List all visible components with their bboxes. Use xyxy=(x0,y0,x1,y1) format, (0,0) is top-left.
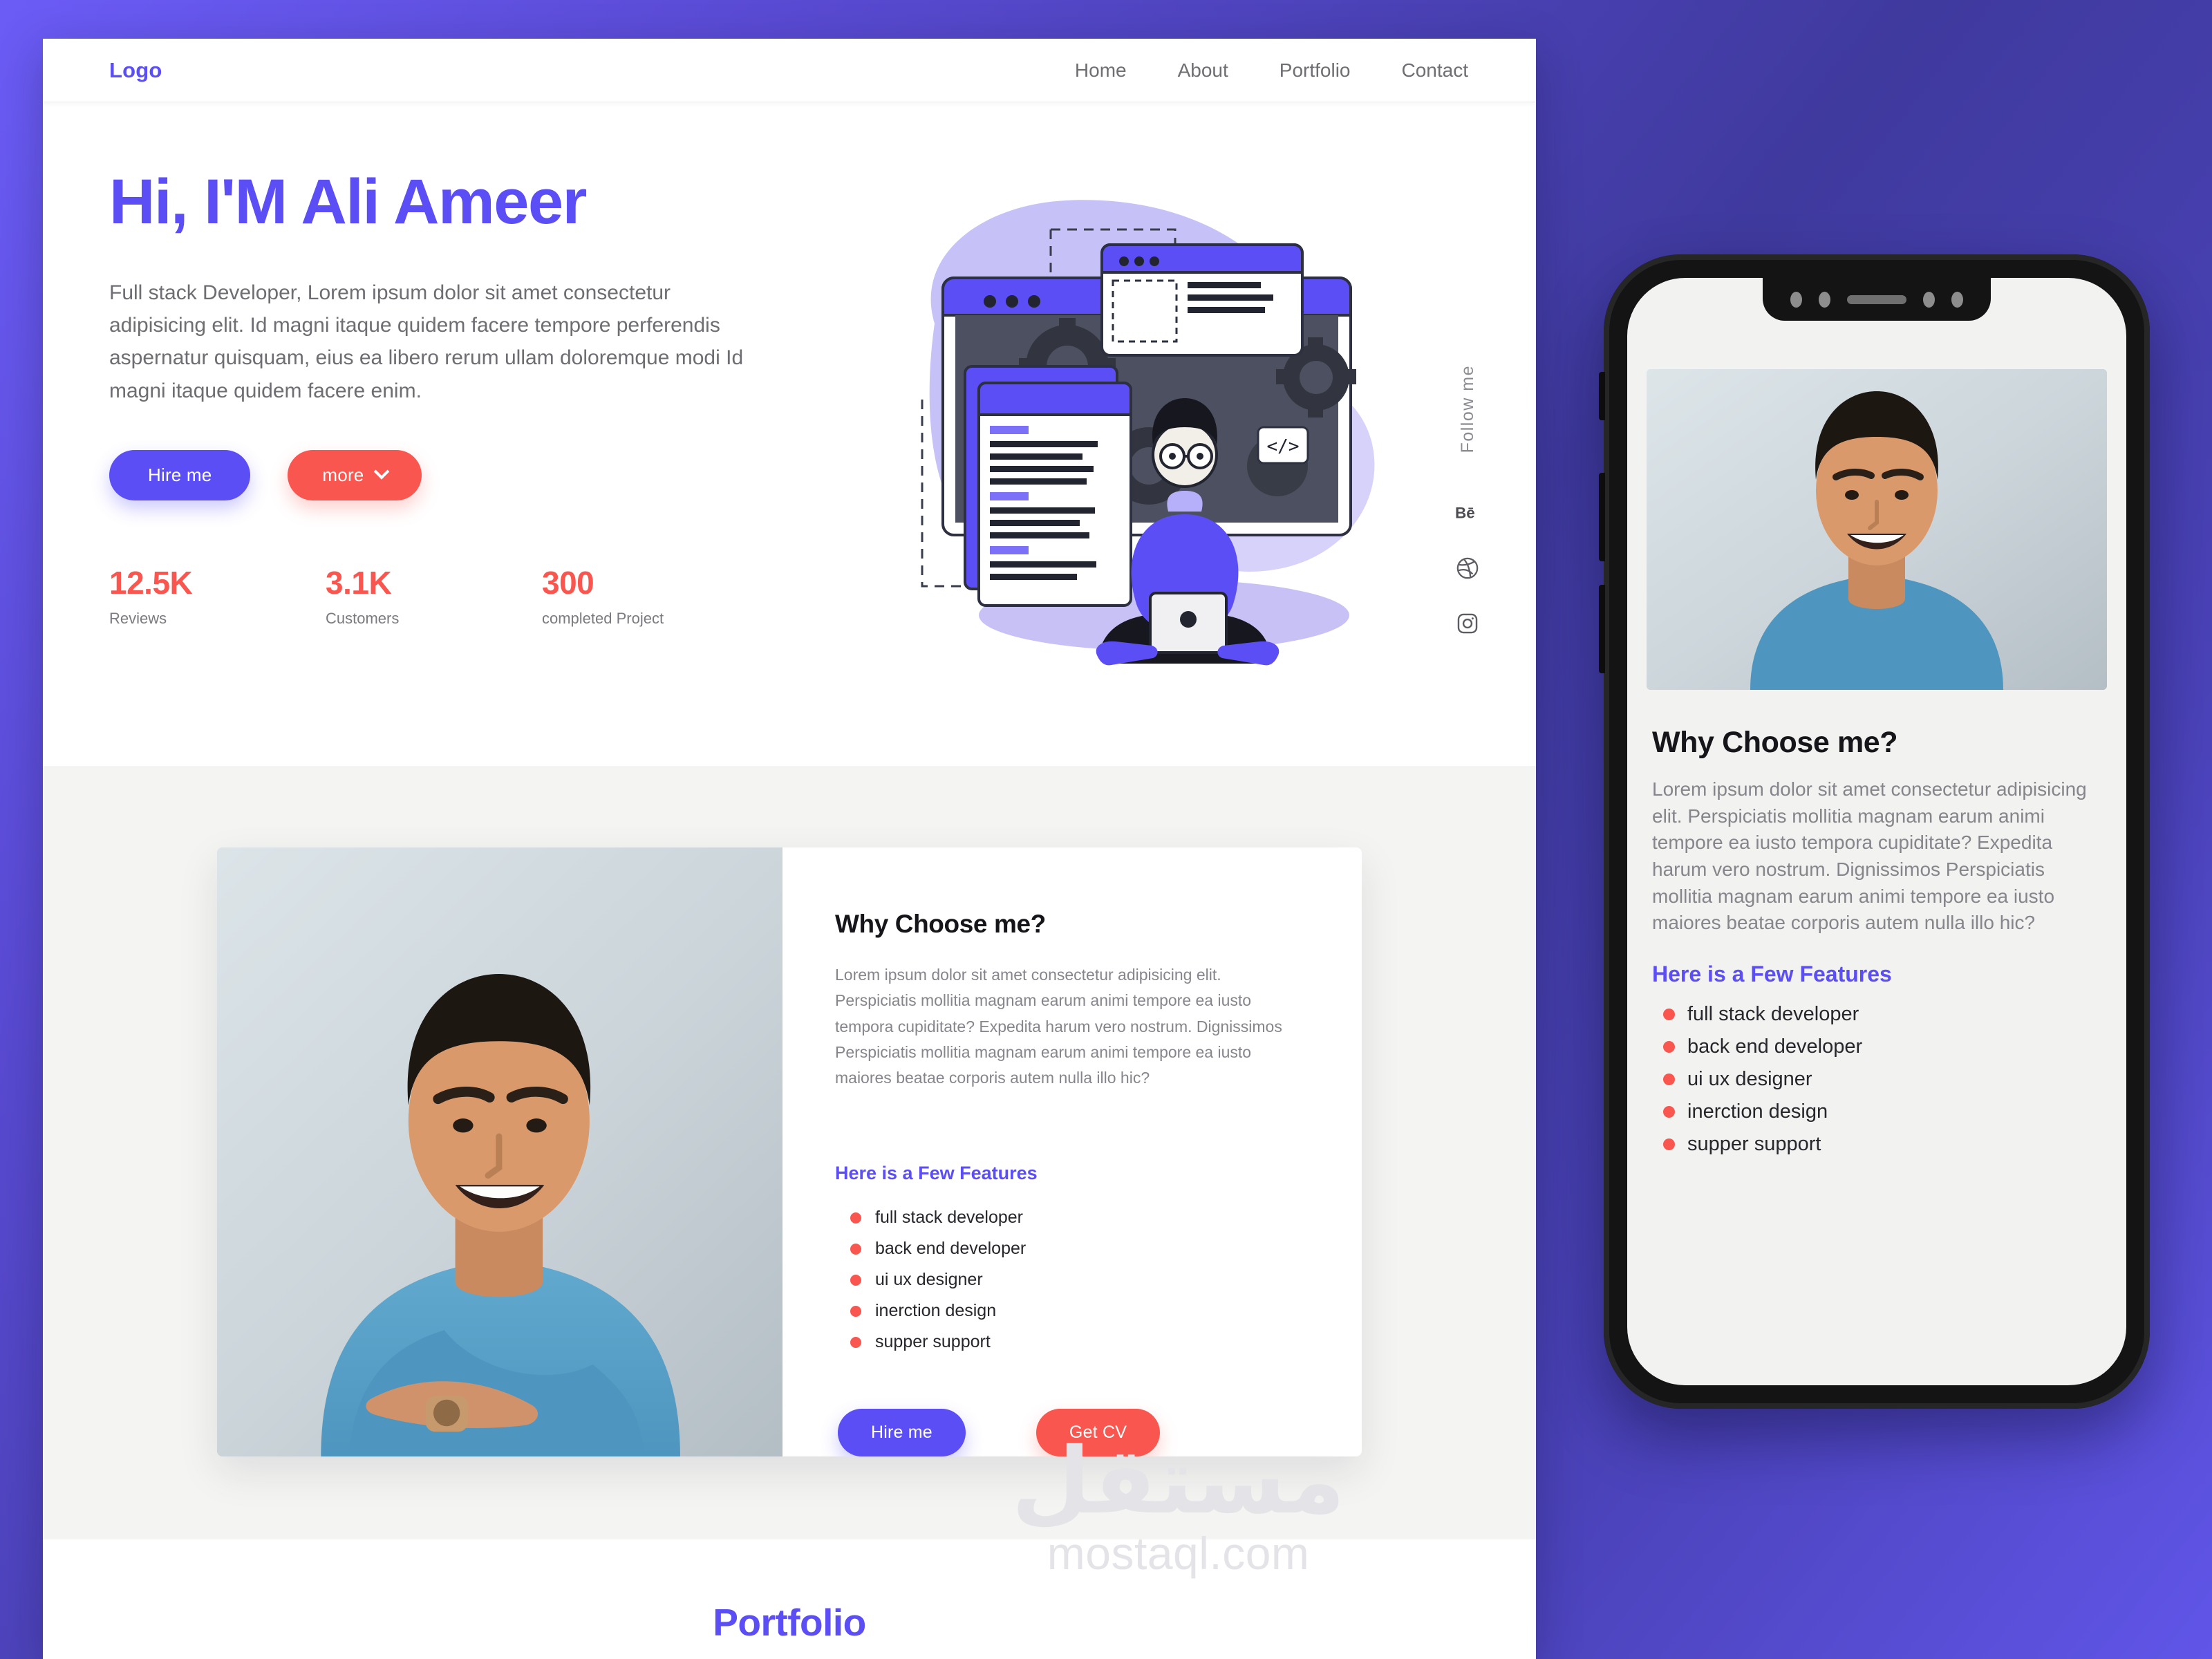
phone-screen: Why Choose me? Lorem ipsum dolor sit ame… xyxy=(1627,278,2126,1385)
feature-label: supper support xyxy=(875,1332,991,1352)
feature-label: full stack developer xyxy=(1687,1002,1859,1025)
navbar: Logo Home About Portfolio Contact xyxy=(43,39,1536,102)
hero-text-column: Hi, I'M Ali Ameer Full stack Developer, … xyxy=(109,153,800,766)
bullet-icon xyxy=(850,1336,861,1348)
features-list: full stack developer back end developer … xyxy=(835,1202,1295,1358)
why-choose-text: Lorem ipsum dolor sit amet consectetur a… xyxy=(1652,778,2087,934)
desktop-website-mockup: Logo Home About Portfolio Contact Hi, I'… xyxy=(43,39,1536,1659)
follow-me-label: Follow me xyxy=(1457,365,1477,453)
developer-coding-illustration: </> xyxy=(893,192,1405,676)
why-choose-body: Why Choose me? Lorem ipsum dolor sit ame… xyxy=(782,847,1362,1457)
feature-label: back end developer xyxy=(875,1239,1027,1259)
list-item: ui ux designer xyxy=(1652,1063,2101,1096)
list-item: full stack developer xyxy=(835,1202,1295,1233)
features-title: Here is a Few Features xyxy=(1652,961,1892,986)
proximity-sensor-icon xyxy=(1819,291,1830,308)
stat-label: Reviews xyxy=(109,610,167,628)
feature-label: ui ux designer xyxy=(875,1270,983,1290)
nav-link-home[interactable]: Home xyxy=(1075,59,1127,82)
bullet-icon xyxy=(1663,1138,1675,1150)
portfolio-section: Portfolio xyxy=(43,1539,1536,1659)
phone-mockup: Why Choose me? Lorem ipsum dolor sit ame… xyxy=(1599,254,2150,1409)
front-camera-icon xyxy=(1951,291,1963,308)
stat-reviews: 12.5K Reviews xyxy=(109,564,326,628)
bullet-icon xyxy=(1663,1105,1675,1118)
profile-photo xyxy=(1647,369,2107,690)
phone-volume-down-button[interactable] xyxy=(1599,585,1605,673)
feature-label: full stack developer xyxy=(875,1208,1024,1228)
list-item: back end developer xyxy=(1652,1031,2101,1063)
more-button[interactable]: more xyxy=(288,450,422,501)
hire-me-button[interactable]: Hire me xyxy=(838,1409,966,1457)
camera-sensor-icon xyxy=(1790,291,1802,308)
face-id-sensor-icon xyxy=(1923,291,1935,308)
bullet-icon xyxy=(850,1305,861,1317)
feature-label: inerction design xyxy=(1687,1100,1828,1123)
follow-me-rail: Follow me Bē xyxy=(1453,365,1482,638)
instagram-icon[interactable] xyxy=(1453,609,1482,638)
hero-buttons: Hire me more xyxy=(109,450,800,501)
hero-stats: 12.5K Reviews 3.1K Customers 300 complet… xyxy=(109,564,800,628)
behance-icon[interactable]: Bē xyxy=(1453,498,1482,527)
stat-customers: 3.1K Customers xyxy=(326,564,542,628)
features-list: full stack developer back end developer … xyxy=(1652,998,2101,1161)
why-choose-buttons: Hire me Get CV xyxy=(835,1409,1295,1457)
list-item: inerction design xyxy=(835,1295,1295,1327)
nav-link-contact[interactable]: Contact xyxy=(1402,59,1469,82)
list-item: inerction design xyxy=(1652,1096,2101,1128)
bullet-icon xyxy=(1663,1073,1675,1085)
portfolio-title: Portfolio xyxy=(713,1601,866,1644)
stat-value: 300 xyxy=(542,565,594,601)
hero-section: Hi, I'M Ali Ameer Full stack Developer, … xyxy=(43,102,1536,766)
phone-volume-up-button[interactable] xyxy=(1599,473,1605,561)
feature-label: supper support xyxy=(1687,1132,1821,1155)
stat-value: 3.1K xyxy=(326,565,392,601)
feature-label: inerction design xyxy=(875,1301,997,1321)
stat-label: completed Project xyxy=(542,610,664,628)
stat-value: 12.5K xyxy=(109,565,193,601)
nav-link-portfolio[interactable]: Portfolio xyxy=(1280,59,1351,82)
svg-text:Bē: Bē xyxy=(1455,505,1475,522)
stat-label: Customers xyxy=(326,610,400,628)
phone-body: Why Choose me? Lorem ipsum dolor sit ame… xyxy=(1627,690,2126,1161)
speaker-grille-icon xyxy=(1847,294,1906,304)
hero-title: Hi, I'M Ali Ameer xyxy=(109,167,587,237)
why-choose-section: Why Choose me? Lorem ipsum dolor sit ame… xyxy=(43,766,1536,1540)
list-item: supper support xyxy=(835,1327,1295,1358)
bullet-icon xyxy=(1663,1040,1675,1053)
list-item: back end developer xyxy=(835,1233,1295,1264)
nav-links: Home About Portfolio Contact xyxy=(1075,59,1468,82)
hire-me-button[interactable]: Hire me xyxy=(109,450,251,501)
get-cv-button[interactable]: Get CV xyxy=(1035,1409,1161,1457)
bullet-icon xyxy=(850,1212,861,1224)
phone-mute-button[interactable] xyxy=(1599,372,1605,420)
phone-notch xyxy=(1763,278,1991,321)
dribbble-icon[interactable] xyxy=(1453,554,1482,583)
bullet-icon xyxy=(1663,1008,1675,1020)
why-choose-card: Why Choose me? Lorem ipsum dolor sit ame… xyxy=(217,847,1362,1457)
logo[interactable]: Logo xyxy=(109,58,162,83)
hero-description: Full stack Developer, Lorem ipsum dolor … xyxy=(109,281,744,402)
list-item: full stack developer xyxy=(1652,998,2101,1031)
nav-link-about[interactable]: About xyxy=(1178,59,1228,82)
list-item: supper support xyxy=(1652,1128,2101,1161)
features-title: Here is a Few Features xyxy=(835,1163,1038,1184)
stat-completed-projects: 300 completed Project xyxy=(542,564,664,628)
feature-label: ui ux designer xyxy=(1687,1067,1812,1090)
list-item: ui ux designer xyxy=(835,1264,1295,1295)
chevron-down-icon xyxy=(374,463,390,480)
why-choose-title: Why Choose me? xyxy=(835,910,1046,938)
bullet-icon xyxy=(850,1274,861,1286)
phone-content: Why Choose me? Lorem ipsum dolor sit ame… xyxy=(1627,278,2126,1385)
why-choose-title: Why Choose me? xyxy=(1652,726,1898,759)
profile-photo xyxy=(217,847,782,1457)
bullet-icon xyxy=(850,1243,861,1255)
why-choose-text: Lorem ipsum dolor sit amet consectetur a… xyxy=(835,966,1282,1087)
svg-text:</>: </> xyxy=(1267,436,1300,457)
feature-label: back end developer xyxy=(1687,1035,1863,1058)
more-button-label: more xyxy=(322,465,364,486)
